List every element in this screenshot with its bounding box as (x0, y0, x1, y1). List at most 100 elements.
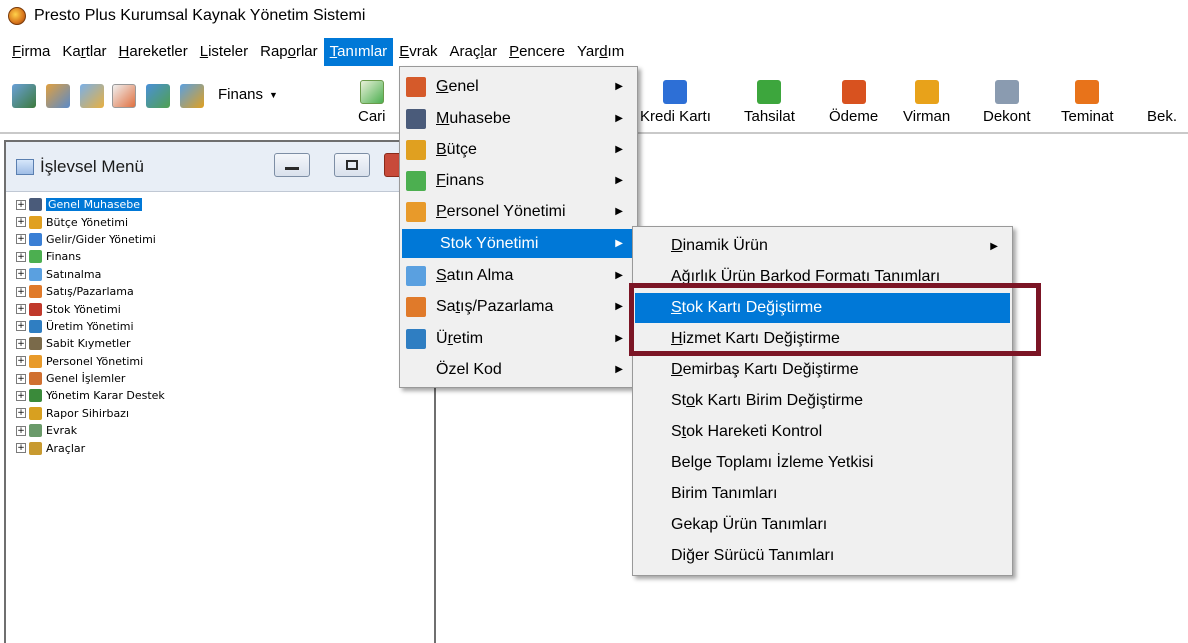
menu-raporlar[interactable]: Raporlar (254, 38, 324, 66)
maximize-button[interactable] (334, 153, 370, 177)
tree-item-genel-muhasebe[interactable]: + Genel Muhasebe (16, 196, 165, 213)
submenu-item-gekap-urun-tanimlari[interactable]: Gekap Ürün Tanımları (635, 510, 1010, 540)
expand-icon[interactable]: + (16, 373, 26, 384)
menu-tanimlar[interactable]: Tanımlar (323, 38, 394, 66)
cari-button[interactable]: Cari (358, 80, 386, 125)
tree-item-label: Evrak (46, 424, 78, 438)
menu-hareketler[interactable]: Hareketler (113, 38, 194, 66)
toolbar-bek-button[interactable]: Bek. (1147, 80, 1177, 125)
ledger-icon (29, 198, 42, 212)
menu-firma[interactable]: Firma (6, 38, 56, 66)
menu-kartlar[interactable]: Kartlar (56, 38, 112, 66)
submenu-item-dinamik-urun[interactable]: Dinamik Ürün ▶ (635, 231, 1010, 261)
tree-item-sabit-kiymetler[interactable]: + Sabit Kıymetler (16, 335, 165, 352)
finance-icon (406, 170, 426, 191)
personnel-icon (29, 354, 42, 368)
expand-icon[interactable]: + (16, 390, 26, 401)
toolbar-virman-button[interactable]: Virman (903, 80, 950, 125)
users-icon[interactable] (46, 84, 70, 108)
toolbar-odeme-button[interactable]: Ödeme (829, 80, 878, 125)
submenu-item-demirbas-karti-degistirme[interactable]: Demirbaş Kartı Değiştirme (635, 355, 1010, 385)
toolbar-dekont-button[interactable]: Dekont (983, 80, 1031, 125)
expand-icon[interactable]: + (16, 199, 26, 210)
expand-icon[interactable]: + (16, 304, 26, 315)
toolbar-teminat-button[interactable]: Teminat (1061, 80, 1114, 125)
menu-item-genel[interactable]: Genel ▶ (402, 72, 635, 101)
submenu-item-label: Stok Kartı Değiştirme (671, 299, 823, 316)
tree-item-satinalma[interactable]: + Satınalma (16, 266, 165, 283)
tree-item-yonetim-karar-destek[interactable]: + Yönetim Karar Destek (16, 387, 165, 404)
wrench-icon (406, 328, 426, 349)
tree-item-uretim-yonetimi[interactable]: + Üretim Yönetimi (16, 318, 165, 335)
tree-item-gelir-gider-yonetimi[interactable]: + Gelir/Gider Yönetimi (16, 231, 165, 248)
chart-report-icon[interactable] (80, 84, 104, 108)
menu-item-satin-alma[interactable]: Satın Alma ▶ (402, 261, 635, 290)
menu-item-label: Satış/Pazarlama (436, 297, 554, 315)
chevron-down-icon: ▼ (269, 89, 278, 100)
menu-item-butce[interactable]: Bütçe ▶ (402, 135, 635, 164)
menu-item-uretim[interactable]: Üretim ▶ (402, 324, 635, 353)
tree-item-label: Satış/Pazarlama (46, 285, 134, 299)
menu-item-ozel-kod[interactable]: Özel Kod ▶ (402, 355, 635, 384)
expand-icon[interactable]: + (16, 286, 26, 297)
tree-item-label: Sabit Kıymetler (46, 337, 131, 351)
menu-evrak[interactable]: Evrak (393, 38, 443, 66)
toolbar-tahsilat-button[interactable]: Tahsilat (744, 80, 795, 125)
minimize-button[interactable] (274, 153, 310, 177)
menu-item-finans[interactable]: Finans ▶ (402, 166, 635, 195)
expand-icon[interactable]: + (16, 217, 26, 228)
menu-item-muhasebe[interactable]: Muhasebe ▶ (402, 104, 635, 133)
submenu-item-agirlik-urun-barkod-formati-tanimlari[interactable]: Ağırlık Ürün Barkod Formatı Tanımları (635, 262, 1010, 292)
expand-icon[interactable]: + (16, 443, 26, 454)
search-tools-icon[interactable] (146, 84, 170, 108)
tree-item-araclar[interactable]: + Araçlar (16, 439, 165, 456)
submenu-item-hizmet-karti-degistirme[interactable]: Hizmet Kartı Değiştirme (635, 324, 1010, 354)
menu-item-label: Genel (436, 77, 479, 95)
expand-icon[interactable]: + (16, 234, 26, 245)
submenu-item-belge-toplami-izleme-yetkisi[interactable]: Belge Toplamı İzleme Yetkisi (635, 448, 1010, 478)
expand-icon[interactable]: + (16, 338, 26, 349)
menu-item-stok-yonetimi[interactable]: Stok Yönetimi ▶ (402, 229, 635, 258)
menu-araclar[interactable]: Araçlar (444, 38, 504, 66)
income-expense-icon (29, 232, 42, 246)
tree-item-butce-yonetimi[interactable]: + Bütçe Yönetimi (16, 213, 165, 230)
tree-item-genel-islemler[interactable]: + Genel İşlemler (16, 370, 165, 387)
expand-icon[interactable]: + (16, 425, 26, 436)
tree-item-finans[interactable]: + Finans (16, 248, 165, 265)
expand-icon[interactable]: + (16, 251, 26, 262)
tree-item-evrak[interactable]: + Evrak (16, 422, 165, 439)
submenu-item-stok-karti-birim-degistirme[interactable]: Stok Kartı Birim Değiştirme (635, 386, 1010, 416)
functional-menu-panel: İşlevsel Menü + Genel Muhasebe + Bütçe Yöne… (4, 140, 436, 643)
submenu-item-stok-karti-degistirme[interactable]: Stok Kartı Değiştirme (635, 293, 1010, 323)
finans-dropdown[interactable]: Finans ▼ (218, 86, 278, 103)
menu-pencere[interactable]: Pencere (503, 38, 571, 66)
budget-icon (29, 215, 42, 229)
submenu-item-stok-hareketi-kontrol[interactable]: Stok Hareketi Kontrol (635, 417, 1010, 447)
menu-yardim[interactable]: Yardım (571, 38, 630, 66)
expand-icon[interactable]: + (16, 356, 26, 367)
menu-item-label: Personel Yönetimi (436, 202, 566, 220)
transfer-icon (914, 80, 939, 104)
tree-item-satis-pazarlama[interactable]: + Satış/Pazarlama (16, 283, 165, 300)
ledger-icon (406, 108, 426, 129)
menu-item-personel-yonetimi[interactable]: Personel Yönetimi ▶ (402, 197, 635, 226)
submenu-item-diger-surucu-tanimlari[interactable]: Diğer Sürücü Tanımları (635, 541, 1010, 571)
customer-add-icon[interactable] (12, 84, 36, 108)
expand-icon[interactable]: + (16, 321, 26, 332)
site-icon[interactable] (180, 84, 204, 108)
expand-icon[interactable]: + (16, 408, 26, 419)
decision-support-icon (29, 389, 42, 403)
menu-item-label: Bütçe (436, 140, 477, 158)
tree-item-personel-yonetimi[interactable]: + Personel Yönetimi (16, 353, 165, 370)
tree-item-rapor-sihirbazi[interactable]: + Rapor Sihirbazı (16, 405, 165, 422)
umbrella-icon (1075, 80, 1100, 104)
menu-item-satis-pazarlama[interactable]: Satış/Pazarlama ▶ (402, 292, 635, 321)
table-icon[interactable] (112, 84, 136, 108)
submenu-arrow-icon: ▶ (615, 270, 623, 281)
submenu-item-birim-tanimlari[interactable]: Birim Tanımları (635, 479, 1010, 509)
tree-item-label: Araçlar (46, 441, 86, 455)
toolbar-kredi-karti-button[interactable]: Kredi Kartı (640, 80, 711, 125)
menu-listeler[interactable]: Listeler (194, 38, 254, 66)
tree-item-stok-yonetimi[interactable]: + Stok Yönetimi (16, 300, 165, 317)
expand-icon[interactable]: + (16, 269, 26, 280)
